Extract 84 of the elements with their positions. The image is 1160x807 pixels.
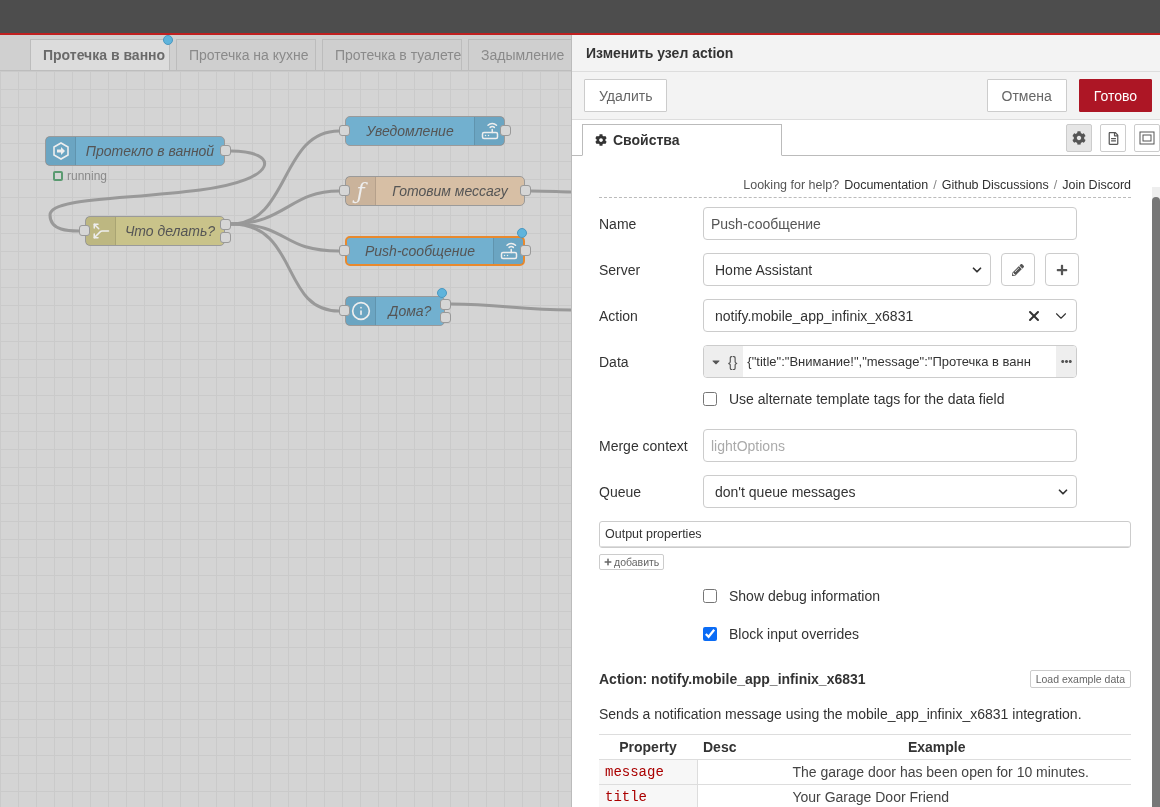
load-example-button[interactable]: Load example data	[1029, 670, 1131, 688]
output-port[interactable]	[520, 185, 531, 196]
server-select[interactable]: Home Assistant	[703, 253, 991, 286]
field-label: Queue	[599, 483, 643, 500]
input-port[interactable]	[339, 185, 350, 196]
text-field[interactable]: lightOptions	[703, 429, 1077, 462]
help-link[interactable]: Join Discord	[1062, 178, 1131, 192]
document-icon	[1106, 131, 1120, 145]
info-icon	[350, 301, 371, 321]
list-title: Output properties	[605, 527, 702, 541]
output-port[interactable]	[220, 232, 231, 243]
output-port[interactable]	[220, 145, 231, 156]
table-cell: title	[599, 784, 697, 807]
doc-description: Sends a notification message using the mobile_app_infinix_x6831 integration.	[599, 706, 1083, 722]
wire[interactable]	[230, 189, 340, 226]
type-label: {}	[728, 353, 738, 370]
field-label: Name	[599, 215, 638, 232]
queue-select[interactable]: don't queue messages	[703, 475, 1077, 508]
table-cell: message	[599, 759, 697, 785]
cancel-button[interactable]: Отмена	[986, 79, 1067, 112]
add-button[interactable]: добавить	[599, 554, 665, 570]
plus-icon	[604, 558, 612, 566]
output-port[interactable]	[220, 219, 231, 230]
checkbox[interactable]	[703, 392, 717, 406]
column-header: Desc	[697, 734, 743, 760]
settings-icon	[595, 134, 607, 146]
description-button[interactable]	[1100, 124, 1126, 152]
router-icon	[499, 242, 518, 260]
checkbox[interactable]	[703, 627, 717, 641]
delete-button[interactable]: Удалить	[584, 79, 668, 112]
doc-heading: Action: notify.mobile_app_infinix_x6831	[599, 671, 866, 687]
flow-node[interactable]: Что делать?	[85, 216, 225, 246]
status-text: running	[67, 169, 108, 183]
gear-icon	[1072, 131, 1086, 145]
table-cell: The garage door has been open for 10 minutes.	[742, 759, 1131, 785]
panel-title: Изменить узел action	[572, 35, 1160, 72]
field-label: Merge context	[599, 437, 689, 454]
properties-tab[interactable]: Свойства	[582, 124, 782, 156]
pencil-icon	[1012, 263, 1024, 276]
flow-node[interactable]: Push-сообщение	[345, 236, 525, 266]
help-link[interactable]: Github Discussions	[941, 178, 1049, 192]
done-button[interactable]: Готово	[1078, 79, 1152, 112]
plus-icon	[1056, 263, 1068, 276]
scrollbar[interactable]	[1152, 187, 1160, 807]
separator-text: /	[1053, 178, 1058, 192]
help-text: Looking for help?	[743, 178, 840, 192]
wire[interactable]	[230, 222, 340, 313]
flow-node[interactable]: Дома?	[345, 296, 445, 326]
table-cell: Your Garage Door Friend	[742, 784, 1131, 807]
output-port[interactable]	[520, 245, 531, 256]
input-port[interactable]	[339, 305, 350, 316]
field-label: Server	[599, 261, 642, 278]
input-port[interactable]	[339, 125, 350, 136]
checkbox-label: Show debug information	[729, 588, 880, 604]
output-port[interactable]	[440, 312, 451, 323]
wire[interactable]	[531, 189, 571, 194]
column-header: Example	[742, 734, 1131, 760]
flow-node[interactable]: Протекло в ванной	[45, 136, 225, 166]
text-field[interactable]: Push-сообщение	[703, 207, 1077, 240]
column-header: Property	[599, 734, 697, 760]
router-icon	[480, 122, 499, 140]
output-port[interactable]	[500, 125, 511, 136]
appearance-button[interactable]	[1134, 124, 1160, 152]
separator-text: /	[933, 178, 937, 192]
settings-button[interactable]	[1066, 124, 1092, 152]
action-select[interactable]: notify.mobile_app_infinix_x6831	[703, 299, 1077, 332]
split-arrows-icon	[91, 222, 110, 240]
checkbox-label: Block input overrides	[729, 626, 859, 642]
flow-node[interactable]: ƒ Готовим мессагу	[345, 176, 525, 206]
data-field[interactable]: {} {"title":"Внимание!","message":"Протечка в ванн	[703, 345, 1077, 378]
add-button[interactable]	[1045, 253, 1079, 286]
frame-icon	[1139, 131, 1155, 145]
input-port[interactable]	[339, 245, 350, 256]
checkbox-label: Use alternate template tags for the data field	[729, 391, 1005, 407]
field-label: Data	[599, 353, 630, 370]
output-port[interactable]	[440, 299, 451, 310]
field-label: Action	[599, 307, 639, 324]
hexagon-arrow-icon	[50, 141, 71, 161]
help-link[interactable]: Documentation	[844, 178, 929, 192]
checkbox[interactable]	[703, 589, 717, 603]
flow-node[interactable]: Уведомление	[345, 116, 505, 146]
edit-button[interactable]	[1001, 253, 1035, 286]
input-port[interactable]	[79, 225, 90, 236]
wire[interactable]	[451, 302, 571, 312]
